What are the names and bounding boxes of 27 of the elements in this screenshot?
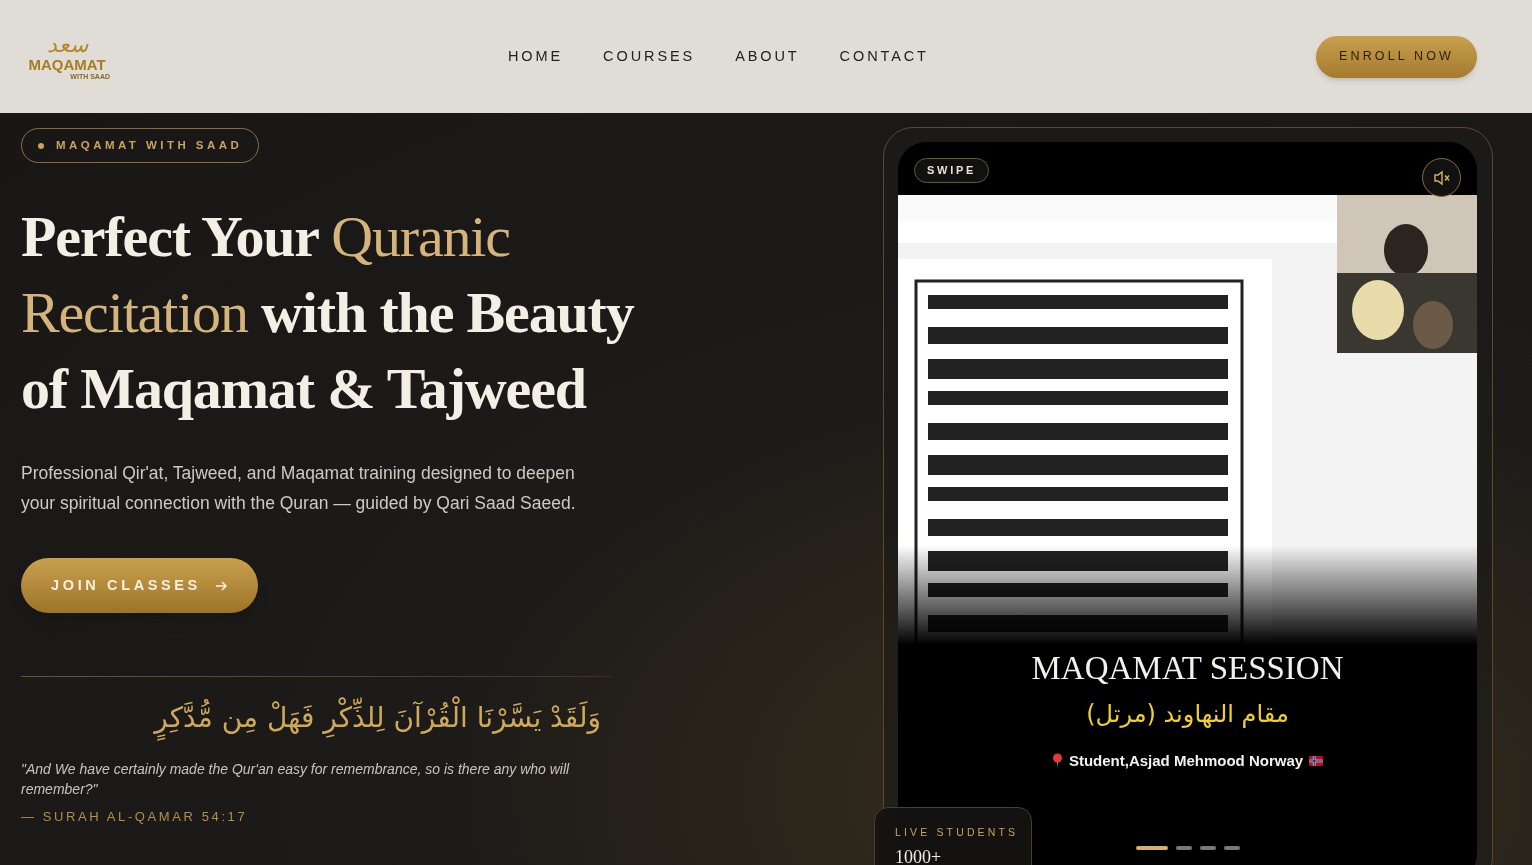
quran-verse: وَلَقَدْ يَسَّرْنَا الْقُرْآنَ لِلذِّكْرِ فَهَلْ مِن مُّدَّكِرٍ <box>21 691 601 745</box>
nav-link[interactable]: COURSES <box>603 45 696 68</box>
mute-button[interactable] <box>1422 158 1461 197</box>
flag-icon <box>1309 756 1324 767</box>
logo-wordmark: MAQAMAT <box>28 56 106 73</box>
session-title: MAQAMAT SESSION <box>1030 649 1345 688</box>
verse-translation: "And We have certainly made the Qur'an easy for remembrance, so is there any who will remember?" <box>21 760 571 799</box>
hero-description: Professional Qir'at, Tajweed, and Maqamat training designed to deepen your spiritual connection with the Quran — guided by Qari Saad Saeed. <box>21 462 577 515</box>
verse-reference: — SURAH AL-QAMAR 54:17 <box>21 808 249 826</box>
hero-heading: Perfect Your Quranic Recitation with the Beauty of Maqamat & Tajweed <box>21 203 636 423</box>
location-pin-icon <box>1051 753 1063 770</box>
badge-label: MAQAMAT WITH SAAD <box>56 137 243 153</box>
enroll-button[interactable]: ENROLL NOW <box>1316 35 1477 78</box>
slide-indicator[interactable] <box>1199 846 1216 850</box>
swipe-badge: SWIPE <box>914 158 990 183</box>
slide-indicator[interactable] <box>1223 846 1240 850</box>
maqam-name: مقام النهاوند (مرتل) <box>1085 699 1290 730</box>
stats-value: 1000+ <box>895 846 943 865</box>
slide-indicator[interactable] <box>1175 846 1192 850</box>
nav-link[interactable]: ABOUT <box>735 45 800 68</box>
arrow-right-icon <box>214 579 228 592</box>
stats-label: LIVE STUDENTS <box>895 825 1020 840</box>
student-caption: Student,Asjad Mehmood Norway <box>1068 751 1304 771</box>
nav-link[interactable]: CONTACT <box>839 45 929 68</box>
slide-indicator[interactable] <box>1135 846 1168 850</box>
logo-calligraphy: سعد <box>46 32 88 57</box>
nav-link[interactable]: HOME <box>508 45 564 68</box>
